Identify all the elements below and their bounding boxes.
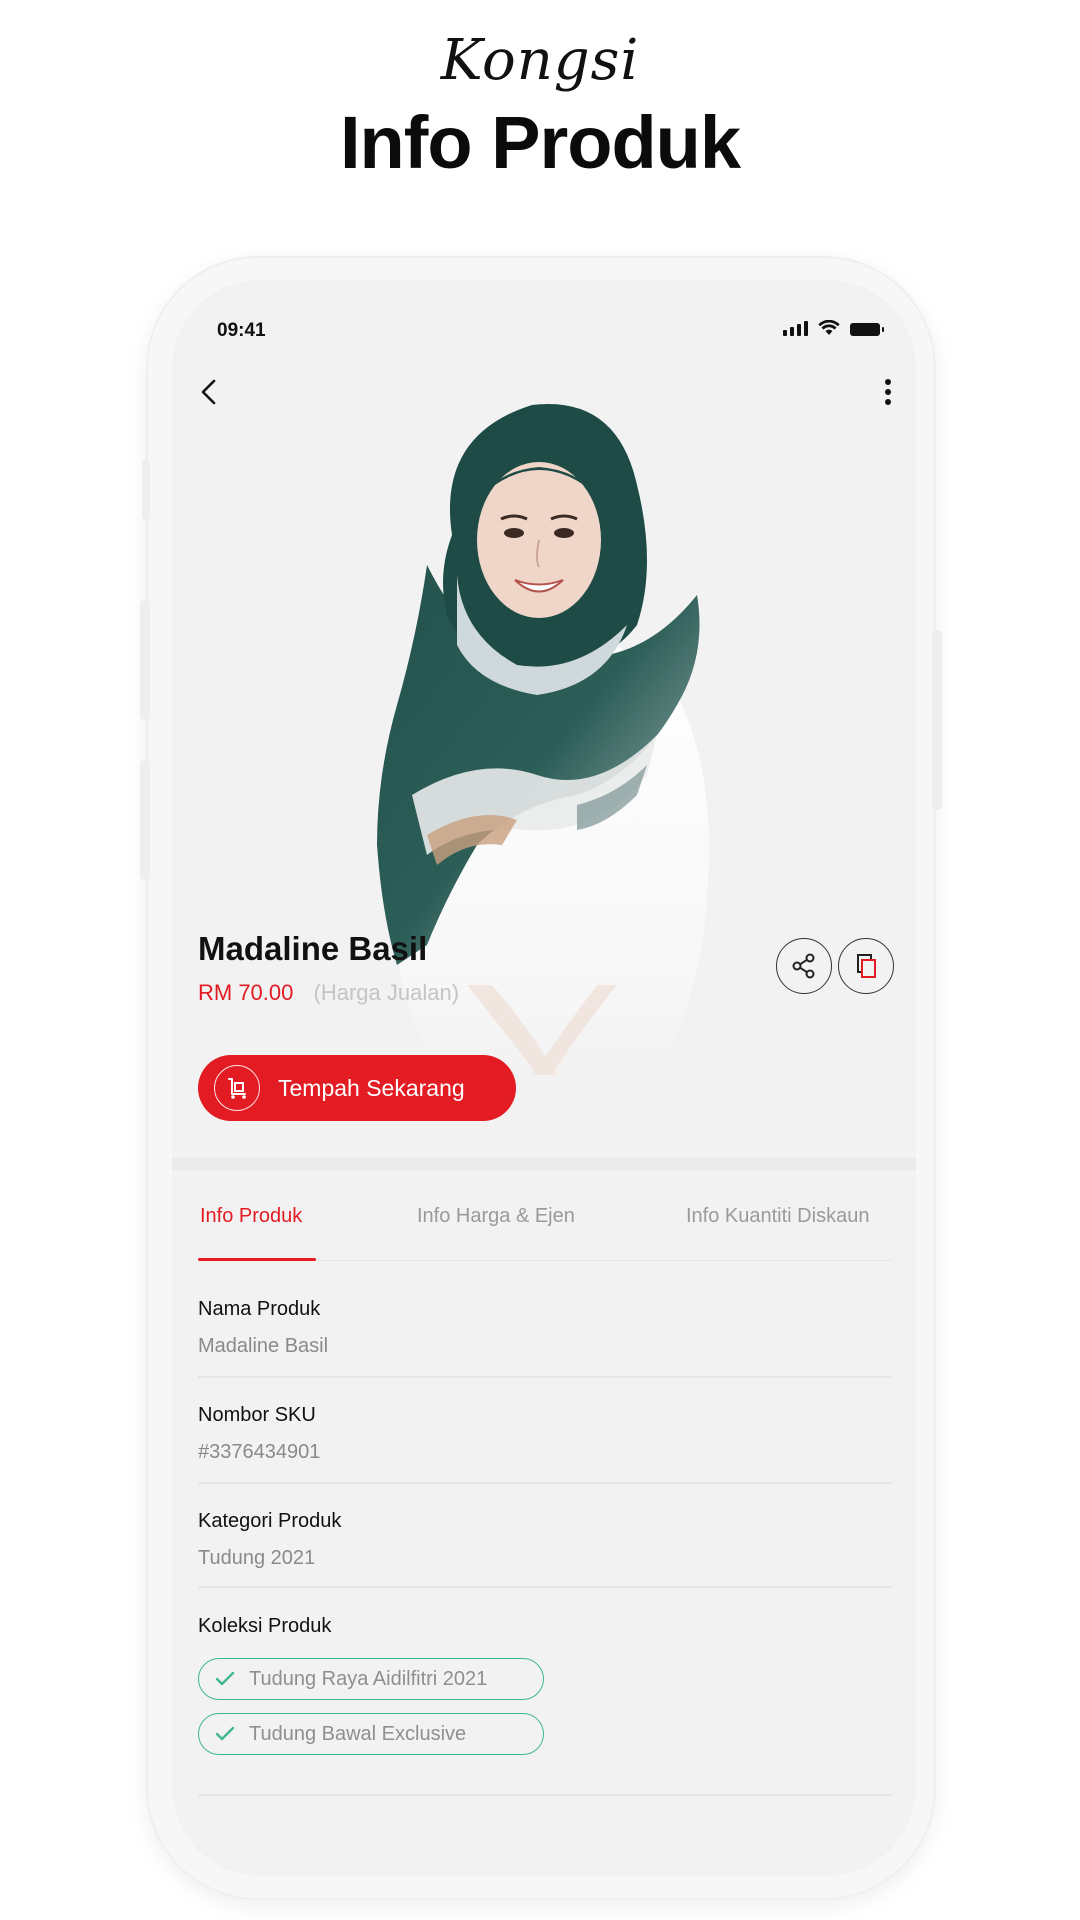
field-label: Nombor SKU [198,1404,316,1426]
field-value: Tudung 2021 [198,1547,316,1569]
check-icon [213,1667,237,1691]
field-divider [198,1586,893,1588]
price-row: RM 70.00 (Harga Jualan) [198,980,459,1006]
order-now-label: Tempah Sekarang [278,1074,465,1101]
hero-script-title: Kongsi [440,28,640,93]
field-divider [198,1794,893,1796]
collection-label: Tudung Bawal Exclusive [249,1722,467,1745]
tab-info-harga-ejen[interactable]: Info Harga & Ejen [417,1205,575,1228]
status-time: 09:41 [217,320,266,341]
tab-info-kuantiti-diskaun[interactable]: Info Kuantiti Diskaun [686,1205,869,1228]
field-sku: Nombor SKU #3376434901 [198,1404,893,1464]
tab-info-produk[interactable]: Info Produk [200,1205,302,1228]
field-category: Kategori Produk Tudung 2021 [198,1510,893,1570]
order-icon-wrap [214,1065,260,1111]
collection-label: Tudung Raya Aidilfitri 2021 [249,1667,488,1690]
field-divider [198,1482,893,1484]
field-label: Kategori Produk [198,1510,342,1532]
wifi-icon [818,320,840,335]
field-value: Madaline Basil [198,1335,329,1357]
copy-button[interactable] [838,938,894,994]
product-name: Madaline Basil [198,930,428,967]
status-icons [783,320,884,336]
trolley-icon [228,1078,246,1099]
product-tabs: Info Produk Info Harga & Ejen Info Kuant… [198,1205,893,1261]
field-product-name: Nama Produk Madaline Basil [198,1298,893,1358]
app-screen: 09:41 Madaline Basil RM 70.00 (Harga Jua… [172,280,916,1876]
phone-power-button [932,630,942,810]
field-label: Koleksi Produk [198,1615,332,1637]
field-value: #3376434901 [198,1441,321,1463]
field-collection: Koleksi Produk [198,1615,893,1638]
share-button[interactable] [776,938,832,994]
phone-volume-down-button [140,760,150,880]
active-tab-indicator [198,1258,316,1261]
collection-chip[interactable]: Tudung Raya Aidilfitri 2021 [198,1658,544,1700]
field-divider [198,1376,893,1378]
share-icon [792,953,815,979]
phone-volume-up-button [140,600,150,720]
collection-chip[interactable]: Tudung Bawal Exclusive [198,1713,544,1755]
order-now-button[interactable]: Tempah Sekarang [198,1055,516,1121]
field-label: Nama Produk [198,1298,321,1320]
price-note: (Harga Jualan) [313,980,460,1005]
battery-icon [850,323,884,336]
section-divider [172,1158,916,1170]
hero-title: Info Produk [339,101,741,184]
signal-icon [783,321,808,336]
phone-side-button [142,460,150,520]
back-icon[interactable] [194,375,224,409]
check-icon [213,1722,237,1746]
copy-icon [857,954,876,978]
more-options-icon[interactable] [878,375,898,409]
product-price: RM 70.00 [198,980,294,1005]
